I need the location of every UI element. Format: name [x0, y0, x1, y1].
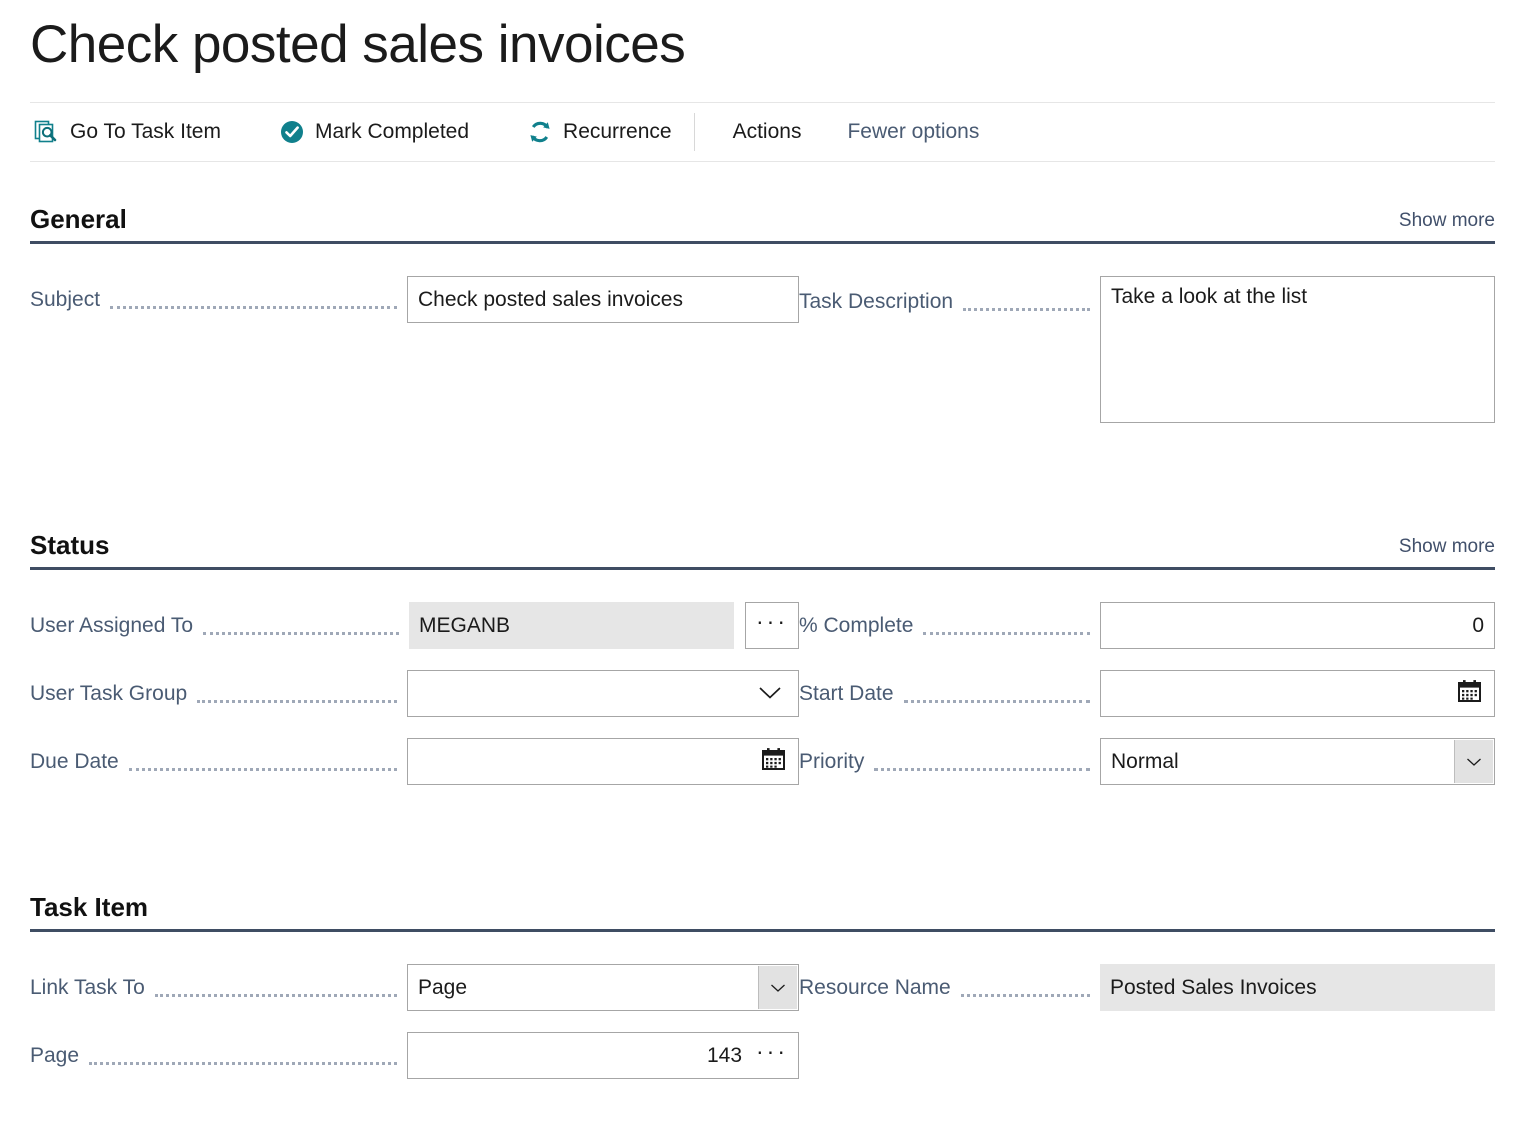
priority-select[interactable]: Normal	[1100, 738, 1495, 785]
percent-complete-field-row: % Complete 0	[799, 602, 1495, 649]
status-section: Status Show more User Assigned To MEGANB…	[30, 530, 1495, 806]
link-task-to-leader-dots	[155, 973, 397, 997]
subject-input[interactable]: Check posted sales invoices	[407, 276, 799, 323]
subject-field-row: Subject Check posted sales invoices	[30, 276, 799, 323]
percent-complete-label: % Complete	[799, 614, 913, 638]
priority-label: Priority	[799, 750, 864, 774]
general-section-title: General	[30, 204, 127, 235]
priority-value: Normal	[1111, 750, 1179, 774]
resource-name-input[interactable]: Posted Sales Invoices	[1100, 964, 1495, 1011]
user-assigned-to-label: User Assigned To	[30, 614, 193, 638]
page-label: Page	[30, 1044, 79, 1068]
due-date-leader-dots	[129, 747, 397, 771]
resource-name-leader-dots	[961, 973, 1090, 997]
page-lookup-button[interactable]: ···	[756, 1051, 788, 1060]
resource-name-label: Resource Name	[799, 976, 951, 1000]
mark-completed-button[interactable]: Mark Completed	[269, 113, 479, 151]
user-assigned-to-input[interactable]: MEGANB	[409, 602, 734, 649]
link-task-to-field-row: Link Task To Page	[30, 964, 799, 1011]
page-title: Check posted sales invoices	[0, 0, 1539, 78]
check-circle-icon	[279, 119, 305, 145]
go-to-task-item-label: Go To Task Item	[70, 120, 221, 144]
status-section-title: Status	[30, 530, 109, 561]
general-section: General Show more Subject Check posted s…	[30, 204, 1495, 444]
start-date-leader-dots	[904, 679, 1090, 703]
task-item-section: Task Item Link Task To Page	[30, 892, 1495, 1100]
page-input[interactable]: 143 ···	[407, 1032, 799, 1079]
task-description-textarea[interactable]: Take a look at the list	[1100, 276, 1495, 423]
user-task-group-leader-dots	[197, 679, 397, 703]
actions-menu[interactable]: Actions	[721, 114, 814, 150]
link-task-to-select[interactable]: Page	[407, 964, 799, 1011]
subject-label: Subject	[30, 288, 100, 312]
priority-field-row: Priority Normal	[799, 738, 1495, 785]
due-date-label: Due Date	[30, 750, 119, 774]
general-show-more-link[interactable]: Show more	[1399, 210, 1495, 235]
percent-complete-input[interactable]: 0	[1100, 602, 1495, 649]
priority-leader-dots	[874, 747, 1090, 771]
link-task-to-value: Page	[418, 976, 467, 1000]
task-item-section-header: Task Item	[30, 892, 1495, 932]
document-search-icon	[34, 119, 60, 145]
resource-name-field-row: Resource Name Posted Sales Invoices	[799, 964, 1495, 1011]
status-section-header: Status Show more	[30, 530, 1495, 570]
user-assigned-to-lookup-button[interactable]: ···	[745, 602, 799, 649]
recurrence-button[interactable]: Recurrence	[517, 113, 682, 151]
due-date-input[interactable]	[407, 738, 799, 785]
general-section-header: General Show more	[30, 204, 1495, 244]
page-leader-dots	[89, 1041, 397, 1065]
task-item-section-title: Task Item	[30, 892, 148, 923]
due-date-field-row: Due Date	[30, 738, 799, 785]
chevron-down-icon	[758, 682, 782, 706]
start-date-field-row: Start Date	[799, 670, 1495, 717]
link-task-to-label: Link Task To	[30, 976, 145, 1000]
page-field-row: Page 143 ···	[30, 1032, 799, 1079]
fewer-options-button[interactable]: Fewer options	[835, 114, 991, 150]
chevron-down-icon[interactable]	[758, 966, 797, 1009]
start-date-input[interactable]	[1100, 670, 1495, 717]
task-description-label: Task Description	[799, 290, 953, 314]
calendar-icon[interactable]	[761, 746, 786, 777]
user-task-group-combobox[interactable]	[407, 670, 799, 717]
user-task-group-field-row: User Task Group	[30, 670, 799, 717]
task-description-leader-dots	[963, 287, 1090, 311]
calendar-icon[interactable]	[1457, 678, 1482, 709]
command-toolbar: Go To Task Item Mark Completed Recurrenc…	[30, 102, 1495, 162]
start-date-label: Start Date	[799, 682, 894, 706]
user-assigned-to-field-row: User Assigned To MEGANB ···	[30, 602, 799, 649]
subject-leader-dots	[110, 285, 397, 309]
user-assigned-to-leader-dots	[203, 611, 399, 635]
mark-completed-label: Mark Completed	[315, 120, 469, 144]
user-task-group-label: User Task Group	[30, 682, 187, 706]
status-show-more-link[interactable]: Show more	[1399, 536, 1495, 561]
toolbar-separator	[694, 113, 695, 151]
recurrence-refresh-icon	[527, 119, 553, 145]
recurrence-label: Recurrence	[563, 120, 672, 144]
go-to-task-item-button[interactable]: Go To Task Item	[30, 113, 231, 151]
chevron-down-icon[interactable]	[1454, 740, 1493, 783]
task-description-field-row: Task Description Take a look at the list	[799, 276, 1495, 423]
page-value: 143	[707, 1033, 742, 1078]
percent-complete-leader-dots	[923, 611, 1090, 635]
